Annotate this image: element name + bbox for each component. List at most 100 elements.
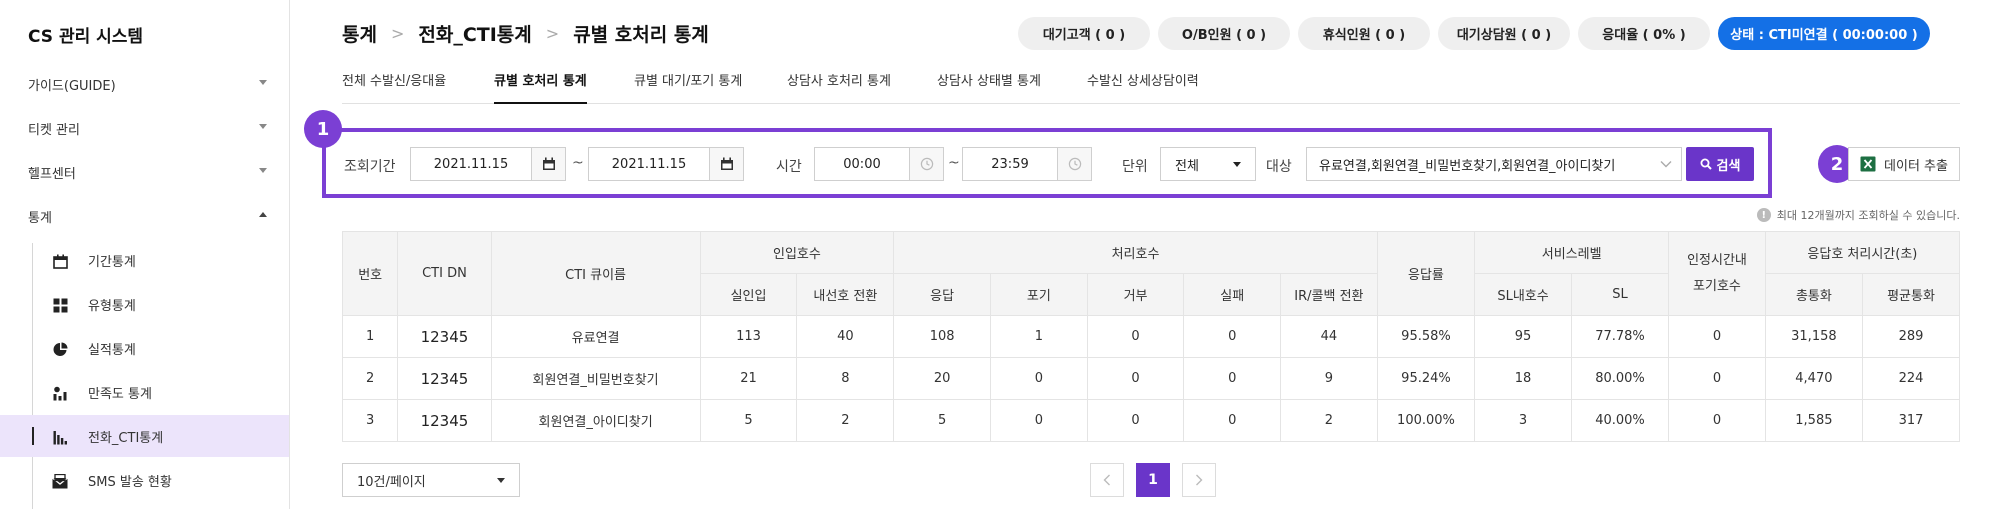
chevron-down-icon [259, 80, 267, 85]
time-from-field[interactable]: 00:00 [814, 147, 944, 181]
sidebar-item-period-stats[interactable]: 기간통계 [0, 239, 289, 281]
menu-helpcenter[interactable]: 헬프센터 [0, 152, 289, 192]
cell-answered: 108 [893, 315, 992, 358]
period-label: 조회기간 [344, 159, 396, 175]
target-select[interactable]: 유료연결,회원연결_비밀번호찾기,회원연결_아이디찾기 [1306, 147, 1682, 181]
header-handle-time: 응답호 처리시간(초) [1764, 231, 1961, 274]
header-answered: 응답 [893, 273, 992, 316]
breadcrumb-item[interactable]: 전화_CTI통계 [418, 20, 531, 47]
cell-abandon-in-time: 0 [1668, 357, 1766, 400]
sidebar-item-cti-stats[interactable]: 전화_CTI통계 [0, 415, 289, 457]
page-button-current[interactable]: 1 [1136, 463, 1170, 497]
tab-agent-call-stats[interactable]: 상담사 호처리 통계 [787, 72, 891, 104]
cell-failed: 0 [1183, 315, 1282, 358]
unit-label: 단위 [1122, 159, 1148, 175]
header-service-level: 서비스레벨 [1474, 231, 1670, 274]
info-icon: ! [1756, 208, 1771, 222]
calendar-icon[interactable] [531, 148, 565, 180]
period-notice: ! 최대 12개월까지 조회하실 수 있습니다. [1756, 207, 1960, 223]
header-abandoned: 포기 [990, 273, 1088, 316]
breadcrumb-item[interactable]: 통계 [342, 20, 377, 47]
header-total-talk: 총통화 [1764, 273, 1863, 316]
sidebar-item-label: 기간통계 [88, 254, 136, 270]
tab-call-history[interactable]: 수발신 상세상담이력 [1087, 72, 1199, 104]
sidebar-item-label: SMS 발송 현황 [88, 474, 172, 490]
search-icon [1700, 158, 1712, 170]
grid-icon [52, 297, 68, 313]
cell-sl-count: 3 [1474, 399, 1572, 442]
tab-queue-call-stats[interactable]: 큐별 호처리 통계 [494, 72, 587, 104]
calendar-icon[interactable] [709, 148, 743, 180]
clock-icon[interactable] [1057, 148, 1091, 180]
header-no: 번호 [341, 231, 399, 316]
menu-guide[interactable]: 가이드(GUIDE) [0, 64, 289, 104]
status-response-rate: 응대율 ( 0% ) [1578, 17, 1710, 50]
mail-icon [52, 473, 68, 489]
cell-cti-dn: 12345 [397, 315, 492, 358]
status-break-staff: 휴식인원 ( 0 ) [1298, 17, 1430, 50]
tab-queue-wait-abandon[interactable]: 큐별 대기/포기 통계 [634, 72, 742, 104]
date-to-value: 2021.11.15 [611, 156, 687, 172]
sidebar-item-satisfaction-stats[interactable]: 만족도 통계 [0, 371, 289, 413]
app-title: CS 관리 시스템 [28, 27, 144, 47]
cell-abandoned: 0 [990, 399, 1088, 442]
table-row: 2 12345 회원연결_비밀번호찾기 21 8 20 0 0 0 9 95.24% 18 80.00%… [341, 357, 1961, 400]
cell-abandon-in-time: 0 [1668, 315, 1766, 358]
sidebar-item-sms-status[interactable]: SMS 발송 현황 [0, 459, 289, 501]
next-page-button[interactable] [1182, 463, 1216, 497]
cti-connection-status[interactable]: 상태 : CTI미연결 ( 00:00:00 ) [1718, 17, 1930, 50]
header-sl-count: SL내호수 [1474, 273, 1572, 316]
sidebar-item-performance-stats[interactable]: 실적통계 [0, 327, 289, 369]
time-to-field[interactable]: 23:59 [962, 147, 1092, 181]
chevron-down-icon [1651, 160, 1681, 168]
sidebar-item-type-stats[interactable]: 유형통계 [0, 283, 289, 325]
data-export-button[interactable]: 데이터 추출 [1848, 147, 1960, 181]
header-cti-dn: CTI DN [397, 231, 492, 316]
tab-agent-status-stats[interactable]: 상담사 상태별 통계 [937, 72, 1041, 104]
menu-label: 티켓 관리 [28, 122, 80, 138]
cell-avg-talk: 224 [1861, 357, 1961, 400]
sidebar-item-label: 만족도 통계 [88, 386, 152, 402]
unit-select-value: 전체 [1175, 158, 1199, 174]
cell-total-talk: 1,585 [1764, 399, 1863, 442]
caret-down-icon [497, 478, 505, 483]
cell-sl-count: 95 [1474, 315, 1572, 358]
cell-cti-dn: 12345 [397, 399, 492, 442]
cell-abandoned: 1 [990, 315, 1088, 358]
search-button[interactable]: 검색 [1686, 147, 1754, 181]
cell-answered: 20 [893, 357, 992, 400]
status-waiting-agents: 대기상담원 ( 0 ) [1438, 17, 1570, 50]
pagination: 1 [1090, 463, 1216, 497]
menu-ticket[interactable]: 티켓 관리 [0, 108, 289, 148]
caret-down-icon [1233, 161, 1241, 167]
unit-select[interactable]: 전체 [1160, 147, 1256, 181]
target-select-value: 유료연결,회원연결_비밀번호찾기,회원연결_아이디찾기 [1319, 158, 1616, 174]
date-from-field[interactable]: 2021.11.15 [410, 147, 566, 181]
status-ob-staff: O/B인원 ( 0 ) [1158, 17, 1290, 50]
cell-ir-callback: 9 [1280, 357, 1378, 400]
cell-failed: 0 [1183, 357, 1282, 400]
cell-rejected: 0 [1086, 315, 1185, 358]
cell-no: 1 [341, 315, 399, 358]
cell-avg-talk: 289 [1861, 315, 1961, 358]
menu-statistics[interactable]: 통계 [0, 196, 289, 236]
sidebar-item-label: 유형통계 [88, 298, 136, 314]
breadcrumb: 통계 > 전화_CTI통계 > 큐별 호처리 통계 [342, 20, 709, 47]
cell-avg-talk: 317 [1861, 399, 1961, 442]
date-to-field[interactable]: 2021.11.15 [588, 147, 744, 181]
cell-queue-name: 회원연결_아이디찾기 [490, 399, 701, 442]
page-size-select[interactable]: 10건/페이지 [342, 463, 520, 497]
sidebar: CS 관리 시스템 가이드(GUIDE) 티켓 관리 헬프센터 통계 기간통계 … [0, 0, 290, 509]
cell-rejected: 0 [1086, 399, 1185, 442]
cell-answer-rate: 95.58% [1376, 315, 1476, 358]
cell-ir-callback: 2 [1280, 399, 1378, 442]
cell-sl: 40.00% [1570, 399, 1670, 442]
prev-page-button[interactable] [1090, 463, 1124, 497]
cell-rejected: 0 [1086, 357, 1185, 400]
tab-total-call-rate[interactable]: 전체 수발신/응대율 [342, 72, 446, 104]
cell-ir-callback: 44 [1280, 315, 1378, 358]
calendar-icon [52, 253, 68, 269]
time-from-value: 00:00 [843, 156, 881, 172]
clock-icon[interactable] [909, 148, 943, 180]
header-ir-callback: IR/콜백 전환 [1280, 273, 1378, 316]
